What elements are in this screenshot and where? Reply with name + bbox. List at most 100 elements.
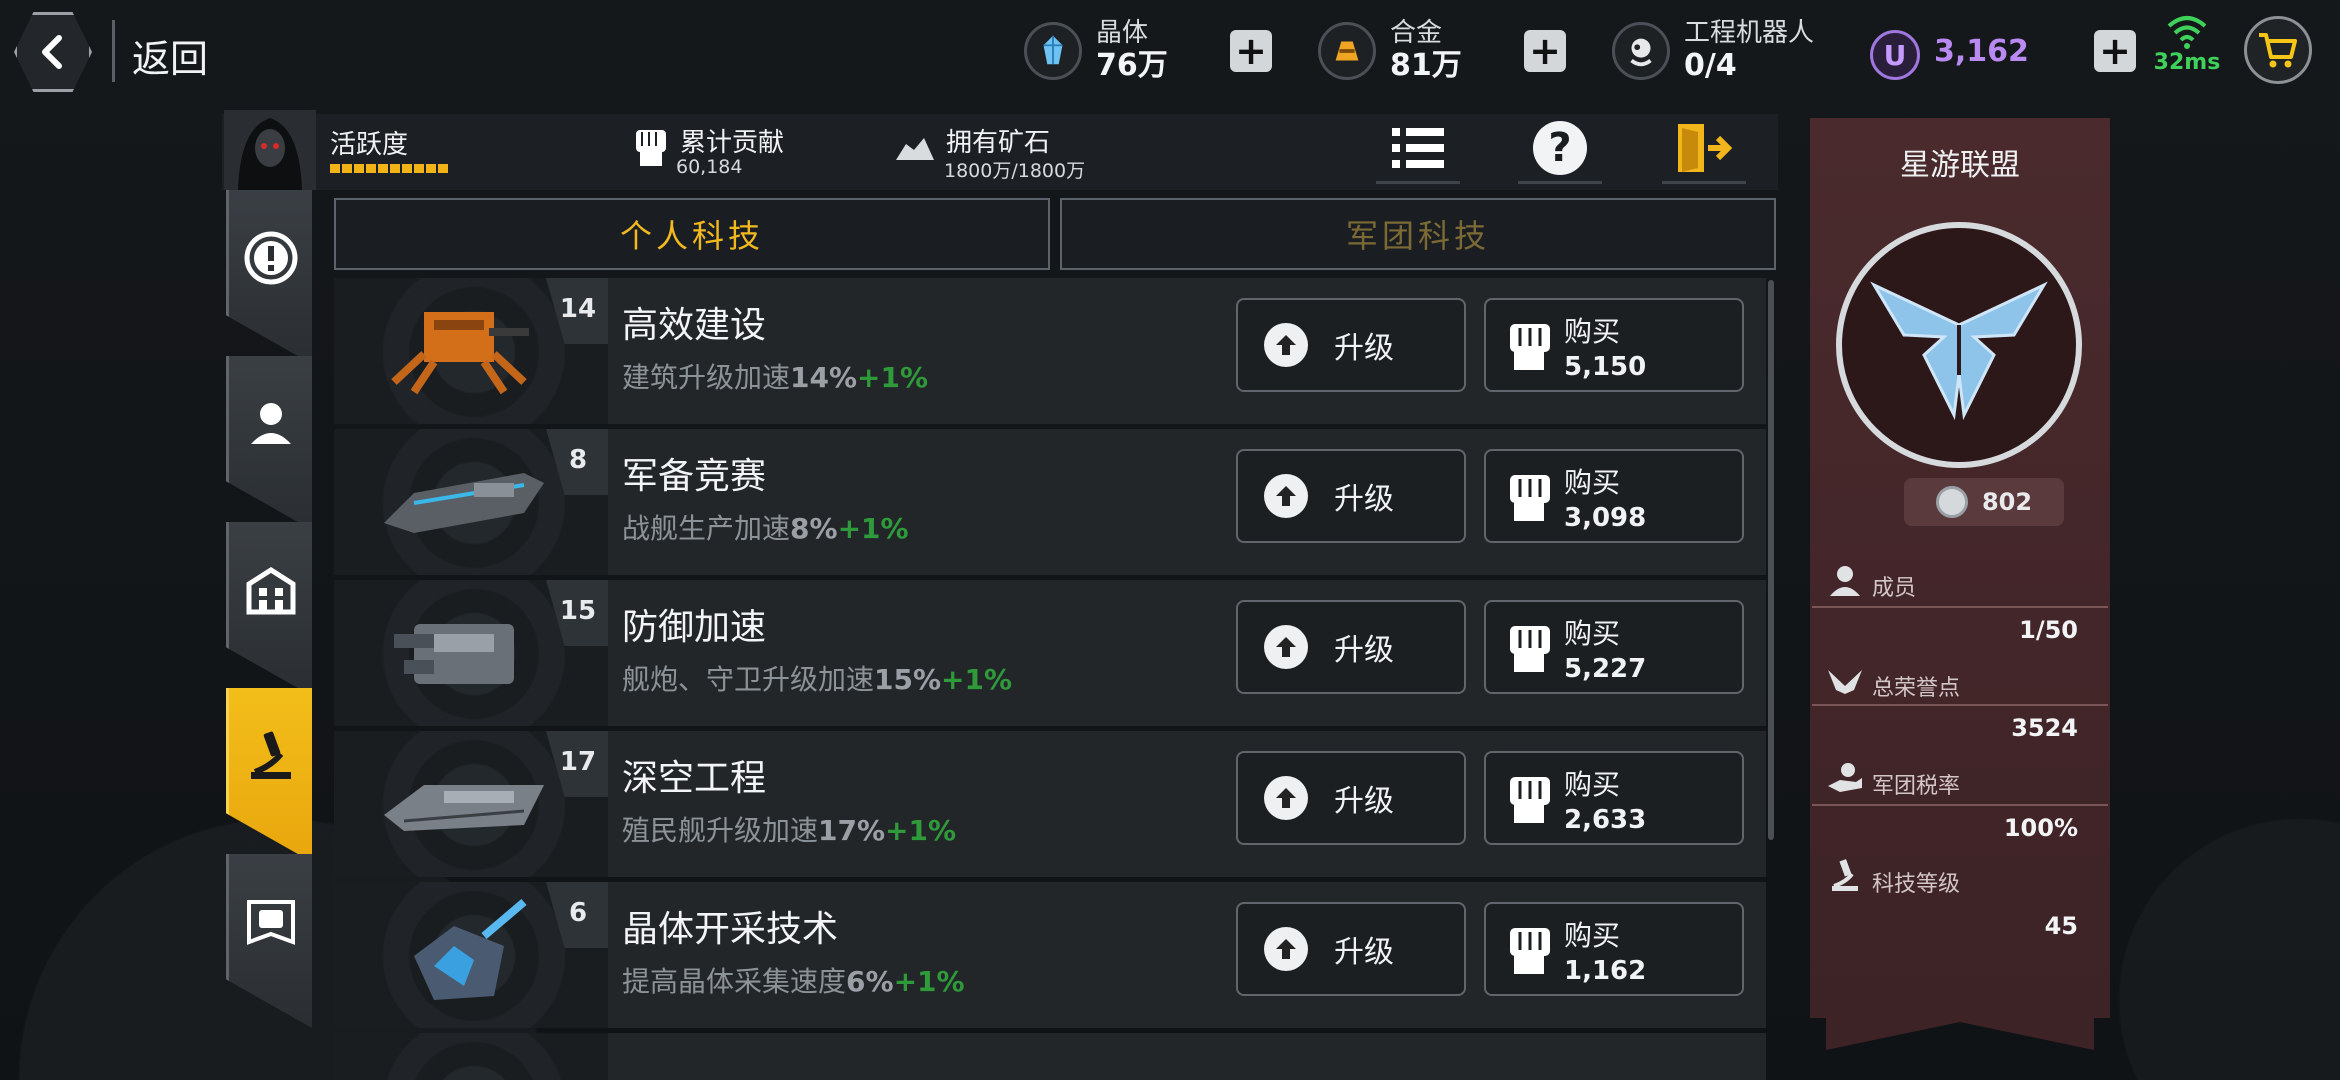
tech-desc-text: 战舰生产加速 bbox=[622, 512, 791, 545]
alert-icon bbox=[244, 231, 297, 285]
upgrade-label: 升级 bbox=[1334, 633, 1394, 668]
resource-value: 0/4 bbox=[1684, 47, 1737, 83]
back-button[interactable] bbox=[14, 12, 92, 92]
tech-name: 防御加速 bbox=[622, 607, 767, 648]
upgrade-label: 升级 bbox=[1334, 784, 1394, 819]
stat-label: 科技等级 bbox=[1872, 872, 1961, 897]
fist-banner-icon bbox=[246, 900, 295, 945]
buy-button[interactable]: 购买 3,098 bbox=[1484, 449, 1744, 543]
tech-desc-text: 提高晶体采集速度 bbox=[622, 965, 847, 998]
alliance-name: 星游联盟 bbox=[1900, 148, 2020, 183]
tech-row-partial bbox=[334, 1033, 1766, 1080]
tech-desc: 殖民舰升级加速17%+1% bbox=[622, 809, 956, 849]
buy-label: 购买 bbox=[1564, 919, 1621, 952]
upgrade-button[interactable]: 升级 bbox=[1236, 449, 1466, 543]
microscope-icon bbox=[1832, 859, 1858, 891]
tech-desc-bonus: +1% bbox=[893, 965, 965, 998]
warship-icon bbox=[384, 473, 544, 533]
tech-level: 6 bbox=[568, 898, 588, 928]
ore-label: 拥有矿石 bbox=[946, 128, 1051, 158]
add-premium-button[interactable]: + bbox=[2094, 30, 2136, 72]
buy-button[interactable]: 购买 2,633 bbox=[1484, 751, 1744, 845]
buy-price: 3,098 bbox=[1564, 503, 1647, 533]
upgrade-button[interactable]: 升级 bbox=[1236, 600, 1466, 694]
resource-robot: 工程机器人 0/4 bbox=[1612, 14, 1814, 88]
scrollbar[interactable] bbox=[1768, 280, 1774, 840]
tech-desc-bonus: +1% bbox=[885, 814, 957, 847]
tech-row: 6 晶体开采技术 提高晶体采集速度6%+1% 升级 购买 1,162 bbox=[334, 882, 1766, 1028]
exit-door-icon bbox=[1678, 124, 1733, 172]
tech-desc-text: 舰炮、守卫升级加速 bbox=[622, 663, 875, 696]
wings-icon bbox=[1828, 670, 1862, 694]
tech-desc: 舰炮、守卫升级加速15%+1% bbox=[622, 658, 1012, 698]
arrow-up-icon bbox=[1264, 625, 1308, 669]
add-alloy-button[interactable]: + bbox=[1524, 30, 1566, 72]
buy-button[interactable]: 购买 5,150 bbox=[1484, 298, 1744, 392]
add-crystal-button[interactable]: + bbox=[1230, 30, 1272, 72]
tech-desc-pct: 17% bbox=[818, 814, 886, 847]
tax-hand-icon bbox=[1828, 763, 1862, 792]
tech-level: 17 bbox=[559, 747, 597, 777]
buy-button[interactable]: 购买 1,162 bbox=[1484, 902, 1744, 996]
alliance-emblem[interactable] bbox=[1836, 222, 2082, 468]
stat-label: 成员 bbox=[1872, 576, 1917, 601]
tech-name: 军备竞赛 bbox=[622, 456, 767, 497]
exit-button[interactable] bbox=[1662, 112, 1746, 184]
premium-currency-icon: U bbox=[1870, 30, 1920, 80]
tech-desc: 战舰生产加速8%+1% bbox=[622, 507, 909, 547]
buy-button[interactable]: 购买 5,227 bbox=[1484, 600, 1744, 694]
tab-legion-tech[interactable]: 军团科技 bbox=[1060, 198, 1776, 270]
tech-row: 17 深空工程 殖民舰升级加速17%+1% 升级 购买 2,633 bbox=[334, 731, 1766, 877]
stat-value: 3524 bbox=[2011, 714, 2078, 742]
resource-label: 合金 bbox=[1390, 17, 1443, 48]
list-button[interactable] bbox=[1376, 112, 1460, 184]
upgrade-button[interactable]: 升级 bbox=[1236, 298, 1466, 392]
contribution-value: 60,184 bbox=[676, 156, 743, 178]
alliance-score: 802 bbox=[1904, 478, 2064, 526]
tech-level: 14 bbox=[559, 294, 597, 324]
tech-desc-pct: 15% bbox=[874, 663, 942, 696]
premium-currency-value: 3,162 bbox=[1934, 34, 2029, 69]
shop-button[interactable] bbox=[2244, 16, 2312, 84]
activity-meter bbox=[330, 164, 448, 173]
resource-label: 晶体 bbox=[1096, 17, 1149, 48]
tech-desc-bonus: +1% bbox=[857, 361, 929, 394]
activity-label: 活跃度 bbox=[330, 130, 409, 160]
resource-value: 81万 bbox=[1390, 47, 1462, 83]
ore-icon bbox=[896, 138, 934, 160]
tech-desc-text: 殖民舰升级加速 bbox=[622, 814, 819, 847]
microscope-icon bbox=[250, 731, 291, 779]
fist-icon bbox=[1510, 928, 1550, 974]
tech-name: 深空工程 bbox=[622, 758, 767, 799]
robot-icon bbox=[1612, 22, 1670, 80]
avatar[interactable] bbox=[224, 110, 316, 190]
arrow-up-icon bbox=[1264, 474, 1308, 518]
contribution-label: 累计贡献 bbox=[680, 128, 785, 158]
user-icon bbox=[250, 403, 291, 444]
resource-crystal: 晶体 76万 bbox=[1024, 14, 1168, 88]
upgrade-button[interactable]: 升级 bbox=[1236, 751, 1466, 845]
buy-price: 5,227 bbox=[1564, 654, 1647, 684]
tech-desc: 提高晶体采集速度6%+1% bbox=[622, 960, 965, 1000]
crystal-icon bbox=[1024, 22, 1082, 80]
tech-row: 15 防御加速 舰炮、守卫升级加速15%+1% 升级 购买 5,227 bbox=[334, 580, 1766, 726]
stat-label: 总荣誉点 bbox=[1872, 676, 1961, 701]
help-button[interactable]: ? bbox=[1518, 112, 1602, 184]
tech-row: 8 军备竞赛 战舰生产加速8%+1% 升级 购买 3,098 bbox=[334, 429, 1766, 575]
tech-name: 高效建设 bbox=[622, 305, 767, 346]
buy-label: 购买 bbox=[1564, 315, 1621, 348]
tech-desc: 建筑升级加速14%+1% bbox=[622, 356, 928, 396]
colony-ship-icon bbox=[384, 785, 544, 831]
buy-label: 购买 bbox=[1564, 768, 1621, 801]
resource-value: 76万 bbox=[1096, 47, 1168, 83]
upgrade-button[interactable]: 升级 bbox=[1236, 902, 1466, 996]
help-icon: ? bbox=[1533, 121, 1587, 175]
member-icon bbox=[1830, 566, 1860, 596]
tab-personal-tech[interactable]: 个人科技 bbox=[334, 198, 1050, 270]
back-label[interactable]: 返回 bbox=[132, 28, 208, 83]
building-icon bbox=[246, 567, 295, 615]
tech-desc-text: 建筑升级加速 bbox=[622, 361, 791, 394]
arrow-up-icon bbox=[1264, 927, 1308, 971]
stat-value: 1/50 bbox=[2019, 616, 2078, 644]
tech-level: 8 bbox=[568, 445, 588, 475]
